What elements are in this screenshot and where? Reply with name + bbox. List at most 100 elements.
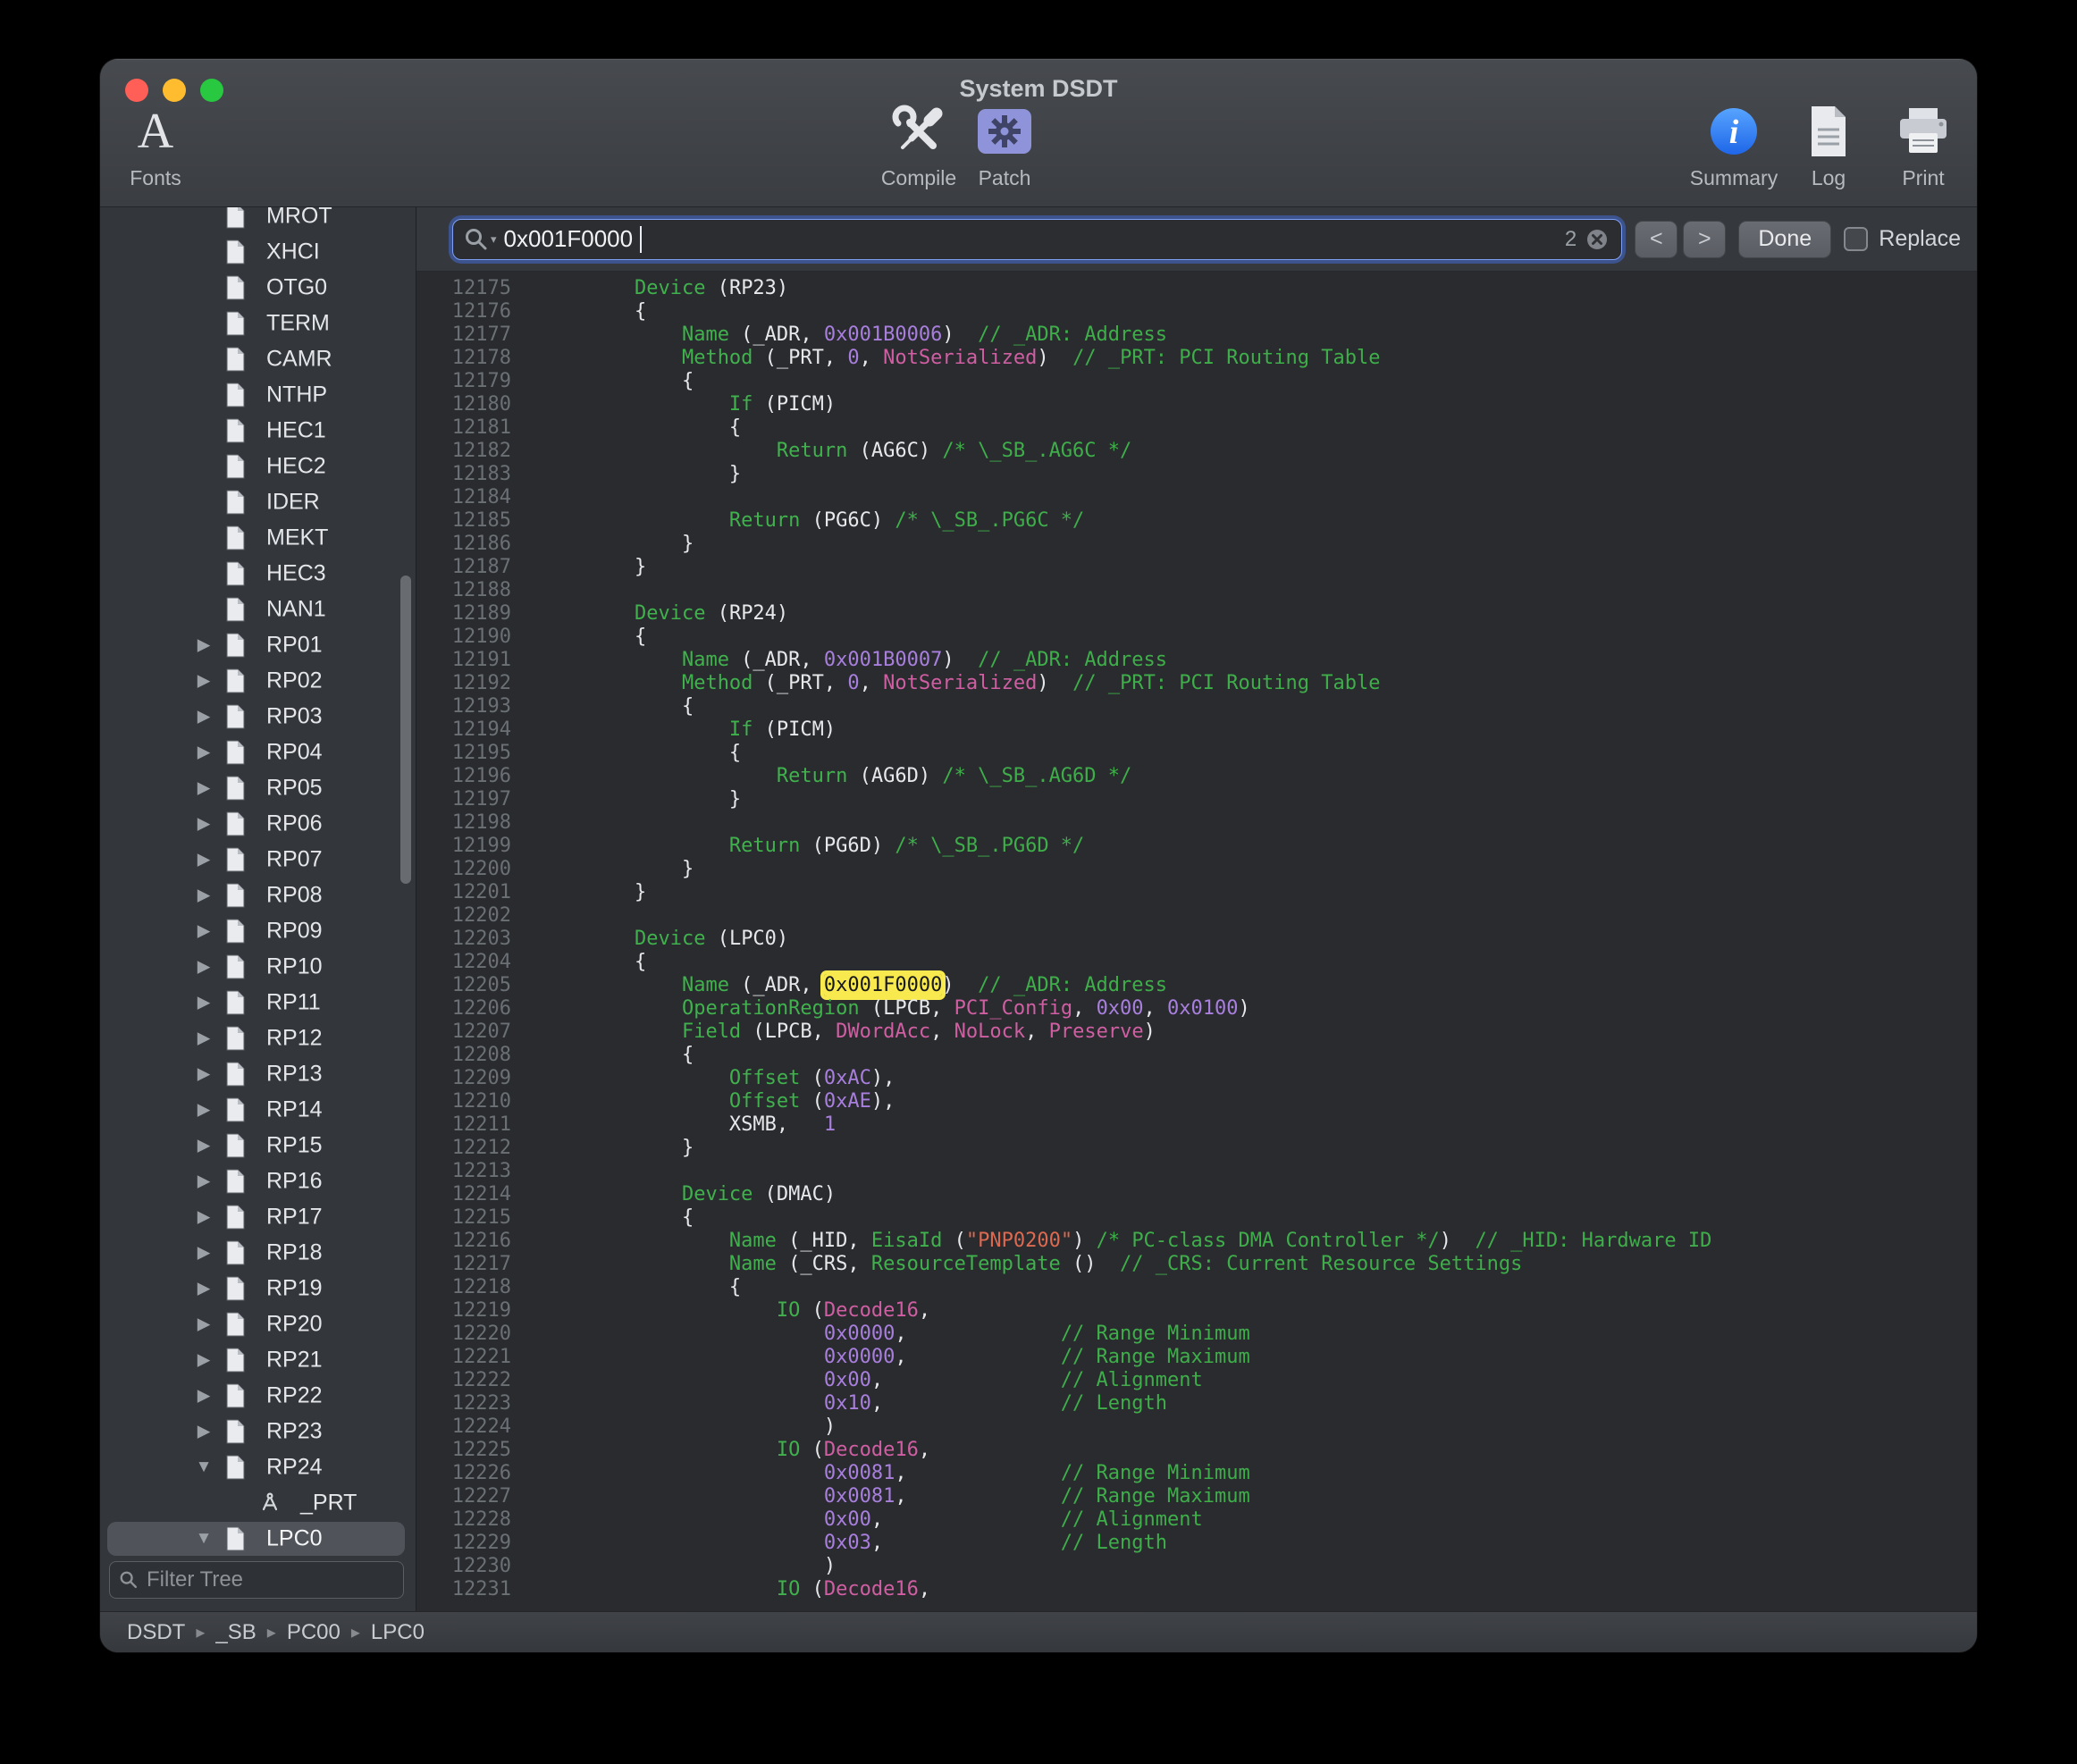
clear-search-icon[interactable] xyxy=(1584,226,1610,253)
tree-item-rp02[interactable]: ▶RP02 xyxy=(100,663,416,699)
disclosure-triangle-icon[interactable]: ▶ xyxy=(191,1029,216,1049)
code-line-12225[interactable]: 12225 IO (Decode16, xyxy=(416,1439,1977,1462)
disclosure-triangle-icon[interactable]: ▶ xyxy=(191,1172,216,1192)
code-line-12207[interactable]: 12207 Field (LPCB, DWordAcc, NoLock, Pre… xyxy=(416,1021,1977,1044)
print-button[interactable]: Print xyxy=(1880,100,1966,190)
code-line-12190[interactable]: 12190 { xyxy=(416,626,1977,649)
compile-button[interactable]: Compile xyxy=(876,100,962,190)
code-line-12212[interactable]: 12212 } xyxy=(416,1137,1977,1160)
code-line-12178[interactable]: 12178 Method (_PRT, 0, NotSerialized) //… xyxy=(416,347,1977,370)
code-line-12201[interactable]: 12201 } xyxy=(416,881,1977,904)
code-line-12213[interactable]: 12213 xyxy=(416,1160,1977,1183)
code-line-12228[interactable]: 12228 0x00, // Alignment xyxy=(416,1508,1977,1532)
tree-item-rp10[interactable]: ▶RP10 xyxy=(100,949,416,985)
code-line-12205[interactable]: 12205 Name (_ADR, 0x001F0000) // _ADR: A… xyxy=(416,974,1977,997)
code-line-12181[interactable]: 12181 { xyxy=(416,416,1977,440)
disclosure-triangle-icon[interactable]: ▶ xyxy=(191,671,216,692)
tree-item-nthp[interactable]: NTHP xyxy=(100,377,416,413)
disclosure-triangle-icon[interactable]: ▶ xyxy=(191,743,216,763)
tree-item-term[interactable]: TERM xyxy=(100,306,416,341)
code-line-12204[interactable]: 12204 { xyxy=(416,951,1977,974)
disclosure-triangle-icon[interactable]: ▶ xyxy=(191,850,216,870)
disclosure-triangle-icon[interactable]: ▶ xyxy=(191,957,216,978)
code-line-12231[interactable]: 12231 IO (Decode16, xyxy=(416,1578,1977,1601)
code-line-12230[interactable]: 12230 ) xyxy=(416,1555,1977,1578)
code-line-12203[interactable]: 12203 Device (LPC0) xyxy=(416,928,1977,951)
code-line-12186[interactable]: 12186 } xyxy=(416,533,1977,556)
editor-pane[interactable]: 12175 Device (RP23)12176 {12177 Name (_A… xyxy=(416,272,1977,1611)
search-icon[interactable]: ▾ xyxy=(464,227,497,252)
tree-item-rp21[interactable]: ▶RP21 xyxy=(100,1342,416,1378)
disclosure-triangle-icon[interactable]: ▶ xyxy=(191,1386,216,1407)
code-line-12200[interactable]: 12200 } xyxy=(416,858,1977,881)
code-line-12216[interactable]: 12216 Name (_HID, EisaId ("PNP0200") /* … xyxy=(416,1230,1977,1253)
fonts-button[interactable]: A Fonts xyxy=(113,100,198,190)
find-previous-button[interactable]: < xyxy=(1635,221,1678,258)
find-next-button[interactable]: > xyxy=(1683,221,1726,258)
code-line-12199[interactable]: 12199 Return (PG6D) /* \_SB_.PG6D */ xyxy=(416,835,1977,858)
sidebar-scrollbar[interactable] xyxy=(400,575,411,884)
code-line-12227[interactable]: 12227 0x0081, // Range Maximum xyxy=(416,1485,1977,1508)
code-line-12191[interactable]: 12191 Name (_ADR, 0x001B0007) // _ADR: A… xyxy=(416,649,1977,672)
tree-item-_prt[interactable]: _PRT xyxy=(100,1485,416,1521)
code-line-12177[interactable]: 12177 Name (_ADR, 0x001B0006) // _ADR: A… xyxy=(416,323,1977,347)
code-line-12196[interactable]: 12196 Return (AG6D) /* \_SB_.AG6D */ xyxy=(416,765,1977,788)
tree-item-rp09[interactable]: ▶RP09 xyxy=(100,913,416,949)
disclosure-triangle-icon[interactable]: ▶ xyxy=(191,921,216,942)
disclosure-triangle-icon[interactable]: ▶ xyxy=(191,1279,216,1299)
code-line-12182[interactable]: 12182 Return (AG6C) /* \_SB_.AG6C */ xyxy=(416,440,1977,463)
code-line-12184[interactable]: 12184 xyxy=(416,486,1977,509)
tree-item-hec3[interactable]: HEC3 xyxy=(100,556,416,592)
code-line-12193[interactable]: 12193 { xyxy=(416,695,1977,718)
code-line-12183[interactable]: 12183 } xyxy=(416,463,1977,486)
summary-button[interactable]: i Summary xyxy=(1691,100,1777,190)
code-line-12187[interactable]: 12187 } xyxy=(416,556,1977,579)
code-line-12197[interactable]: 12197 } xyxy=(416,788,1977,811)
disclosure-triangle-icon[interactable]: ▶ xyxy=(191,1136,216,1156)
code-line-12192[interactable]: 12192 Method (_PRT, 0, NotSerialized) //… xyxy=(416,672,1977,695)
disclosure-triangle-icon[interactable]: ▶ xyxy=(191,1243,216,1264)
tree-item-ider[interactable]: IDER xyxy=(100,484,416,520)
tree-item-rp03[interactable]: ▶RP03 xyxy=(100,699,416,735)
code-line-12180[interactable]: 12180 If (PICM) xyxy=(416,393,1977,416)
tree-item-rp07[interactable]: ▶RP07 xyxy=(100,842,416,878)
tree-item-rp15[interactable]: ▶RP15 xyxy=(100,1128,416,1163)
code-line-12215[interactable]: 12215 { xyxy=(416,1206,1977,1230)
tree-item-mrot[interactable]: MROT xyxy=(100,207,416,234)
tree-item-lpc0[interactable]: ▼LPC0 xyxy=(100,1521,416,1557)
tree-item-rp12[interactable]: ▶RP12 xyxy=(100,1021,416,1056)
tree-item-rp14[interactable]: ▶RP14 xyxy=(100,1092,416,1128)
code-line-12217[interactable]: 12217 Name (_CRS, ResourceTemplate () //… xyxy=(416,1253,1977,1276)
disclosure-triangle-icon[interactable]: ▶ xyxy=(191,778,216,799)
code-line-12214[interactable]: 12214 Device (DMAC) xyxy=(416,1183,1977,1206)
tree-item-rp24[interactable]: ▼RP24 xyxy=(100,1449,416,1485)
tree-item-xhci[interactable]: XHCI xyxy=(100,234,416,270)
breadcrumb-item-_sb[interactable]: _SB xyxy=(215,1620,256,1645)
tree-item-nan1[interactable]: NAN1 xyxy=(100,592,416,627)
code-line-12224[interactable]: 12224 ) xyxy=(416,1415,1977,1439)
code-line-12175[interactable]: 12175 Device (RP23) xyxy=(416,277,1977,300)
disclosure-triangle-icon[interactable]: ▶ xyxy=(191,1207,216,1228)
code-line-12219[interactable]: 12219 IO (Decode16, xyxy=(416,1299,1977,1323)
disclosure-triangle-icon[interactable]: ▶ xyxy=(191,1350,216,1371)
tree-item-rp01[interactable]: ▶RP01 xyxy=(100,627,416,663)
tree-item-rp05[interactable]: ▶RP05 xyxy=(100,770,416,806)
code-line-12218[interactable]: 12218 { xyxy=(416,1276,1977,1299)
tree-item-rp18[interactable]: ▶RP18 xyxy=(100,1235,416,1271)
replace-checkbox[interactable] xyxy=(1844,227,1868,251)
disclosure-triangle-icon[interactable]: ▼ xyxy=(191,1529,216,1549)
tree-item-rp17[interactable]: ▶RP17 xyxy=(100,1199,416,1235)
tree-item-rp23[interactable]: ▶RP23 xyxy=(100,1414,416,1449)
code-line-12208[interactable]: 12208 { xyxy=(416,1044,1977,1067)
code-line-12202[interactable]: 12202 xyxy=(416,904,1977,928)
tree-item-rp11[interactable]: ▶RP11 xyxy=(100,985,416,1021)
tree-item-rp06[interactable]: ▶RP06 xyxy=(100,806,416,842)
search-input[interactable]: ▾ 0x001F0000 2 xyxy=(452,219,1622,260)
tree-item-rp20[interactable]: ▶RP20 xyxy=(100,1306,416,1342)
tree-item-rp08[interactable]: ▶RP08 xyxy=(100,878,416,913)
tree-item-rp04[interactable]: ▶RP04 xyxy=(100,735,416,770)
code-line-12194[interactable]: 12194 If (PICM) xyxy=(416,718,1977,742)
disclosure-triangle-icon[interactable]: ▼ xyxy=(191,1457,216,1477)
code-line-12211[interactable]: 12211 XSMB, 1 xyxy=(416,1113,1977,1137)
filter-tree-input[interactable]: Filter Tree xyxy=(109,1561,404,1599)
